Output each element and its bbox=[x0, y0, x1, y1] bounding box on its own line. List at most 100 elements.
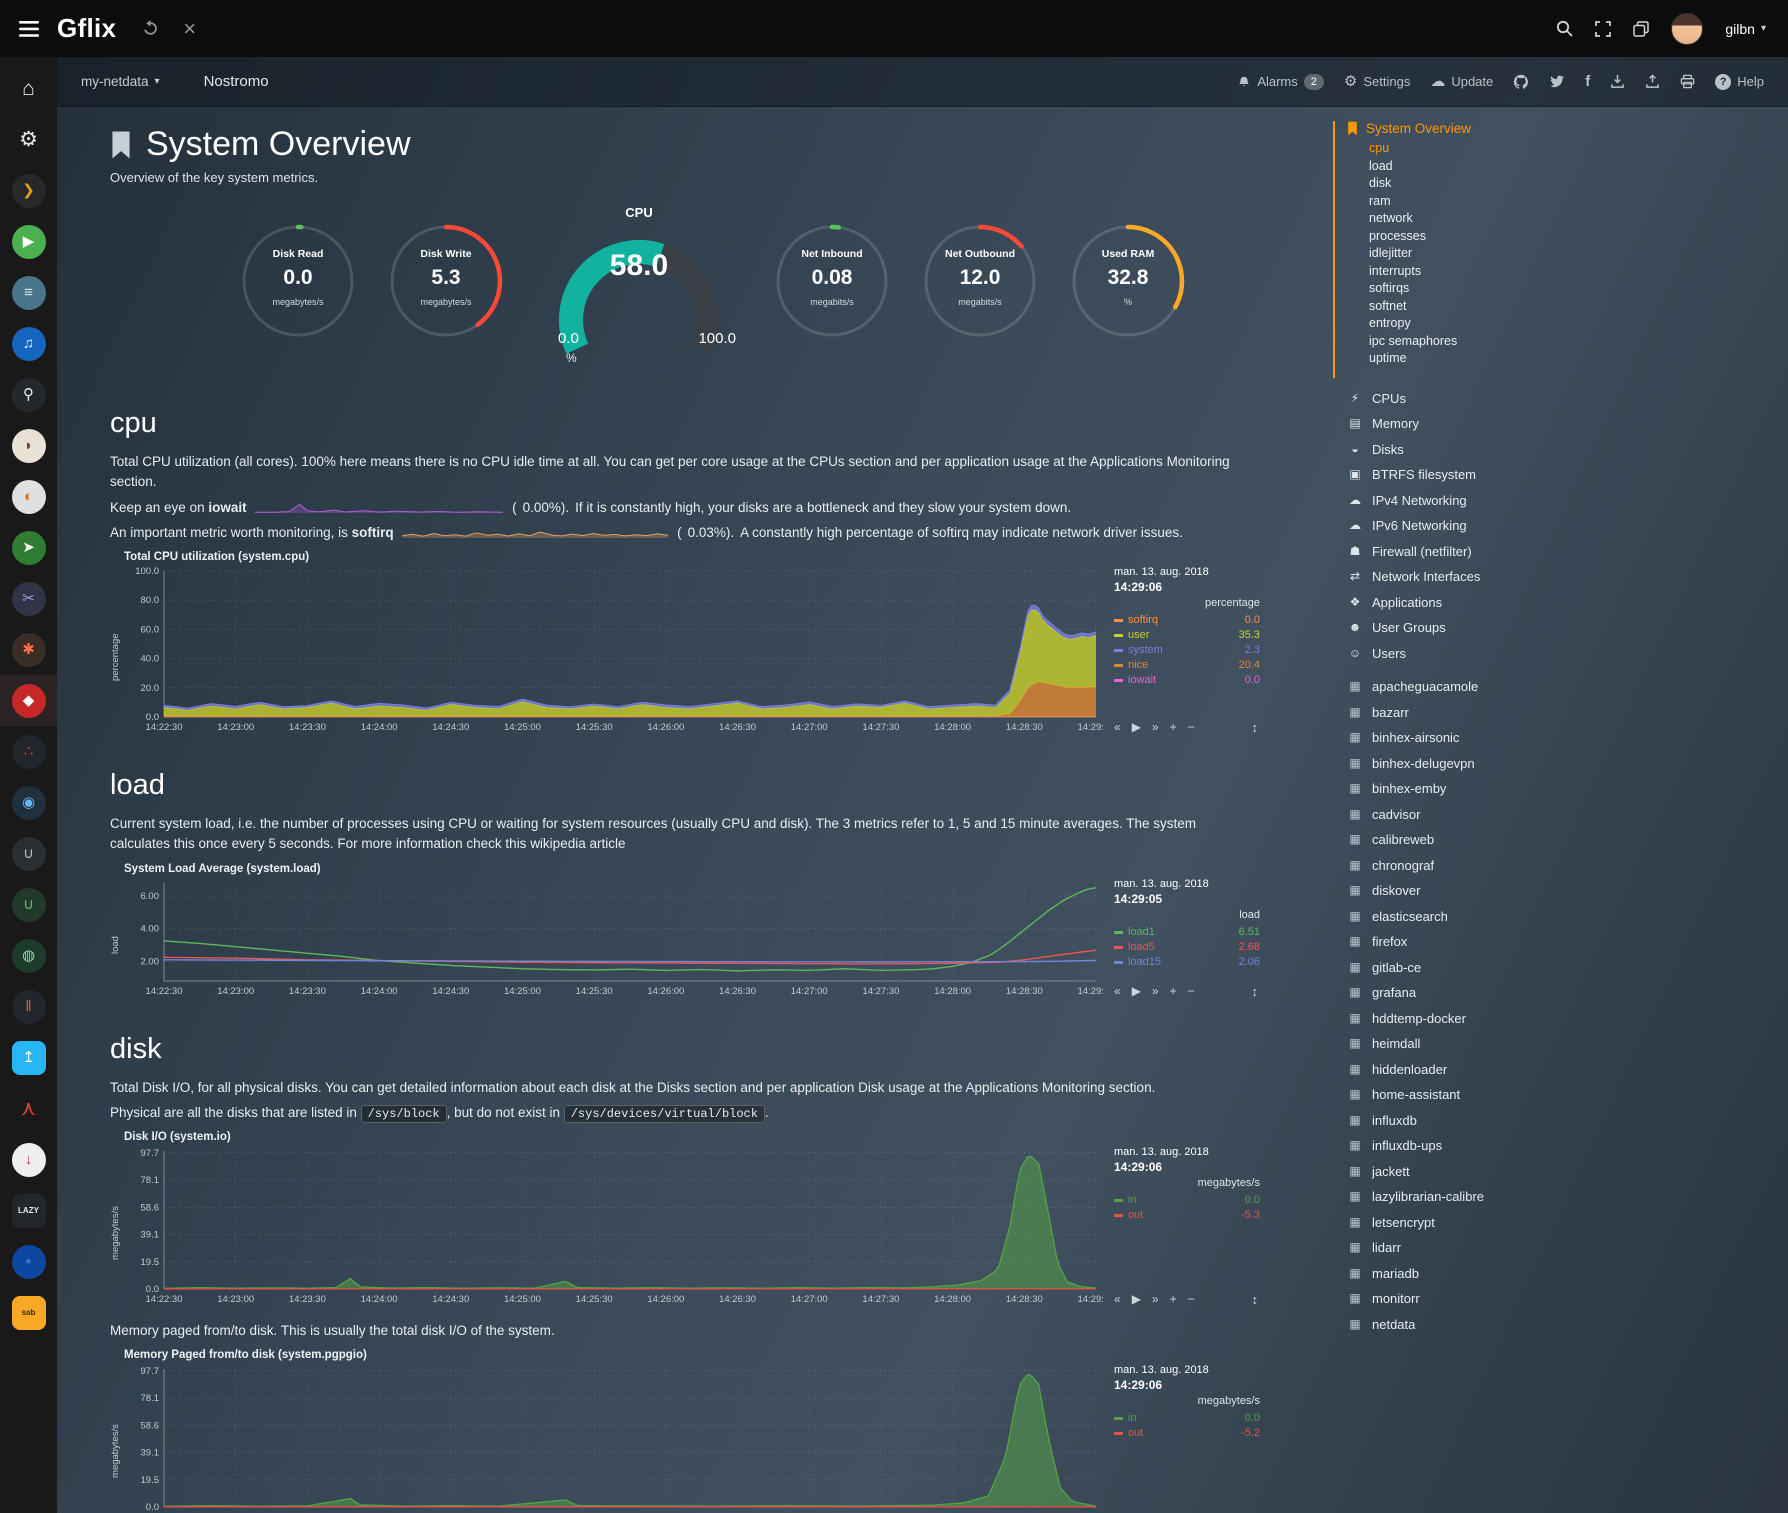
net-inbound-gauge[interactable]: Net Inbound 0.08 megabits/s bbox=[772, 221, 892, 341]
legend-entry[interactable]: iowait 0.0 bbox=[1114, 673, 1260, 688]
zoom-out-button[interactable]: − bbox=[1188, 720, 1195, 735]
sidebar-app-item[interactable]: firefox bbox=[1347, 929, 1583, 955]
sidebar-section-item[interactable]: ▣ BTRFS filesystem bbox=[1347, 462, 1583, 488]
sidebar-app-item[interactable]: ➤ bbox=[0, 522, 57, 573]
sidebar-subitem[interactable]: load bbox=[1369, 158, 1583, 176]
user-avatar[interactable] bbox=[1671, 13, 1703, 45]
github-button[interactable] bbox=[1513, 74, 1529, 90]
sidebar-subitem[interactable]: processes bbox=[1369, 228, 1583, 246]
alarms-button[interactable]: Alarms 2 bbox=[1237, 74, 1324, 90]
windows-button[interactable] bbox=[1633, 21, 1649, 37]
sidebar-subitem[interactable]: entropy bbox=[1369, 315, 1583, 333]
disk-chart-plot[interactable]: 14:22:3014:23:0014:23:3014:24:0014:24:30… bbox=[124, 1145, 1104, 1307]
sidebar-section-item[interactable]: ▤ Memory bbox=[1347, 411, 1583, 437]
sidebar-app-item[interactable]: ▶ bbox=[0, 216, 57, 267]
sidebar-app-item[interactable]: mariadb bbox=[1347, 1261, 1583, 1287]
print-button[interactable] bbox=[1680, 74, 1695, 89]
sidebar-app-item[interactable]: ◆ bbox=[0, 675, 57, 726]
sidebar-app-item[interactable]: ∴ bbox=[0, 726, 57, 777]
sidebar-app-item[interactable]: ✂ bbox=[0, 573, 57, 624]
sidebar-app-item[interactable]: ◦ bbox=[0, 1236, 57, 1287]
sidebar-app-item[interactable]: ◐ bbox=[0, 471, 57, 522]
pan-right-button[interactable]: » bbox=[1152, 1292, 1159, 1307]
search-button[interactable] bbox=[1556, 20, 1573, 37]
sidebar-section-item[interactable]: ◒ Disks bbox=[1347, 437, 1583, 463]
sidebar-app-item[interactable]: letsencrypt bbox=[1347, 1210, 1583, 1236]
sidebar-app-item[interactable]: ⚙ bbox=[0, 114, 57, 165]
resize-handle-icon[interactable]: ↕ bbox=[1252, 984, 1259, 999]
sidebar-app-item[interactable]: elasticsearch bbox=[1347, 904, 1583, 930]
sidebar-section-item[interactable]: ☺ Users bbox=[1347, 641, 1583, 667]
pgpgio-chart-plot[interactable]: 14:22:3014:23:0014:23:3014:24:0014:24:30… bbox=[124, 1363, 1104, 1513]
legend-entry[interactable]: in 0.0 bbox=[1114, 1411, 1260, 1426]
net-outbound-gauge[interactable]: Net Outbound 12.0 megabits/s bbox=[920, 221, 1040, 341]
resize-handle-icon[interactable]: ↕ bbox=[1252, 720, 1259, 735]
sidebar-app-item[interactable]: bazarr bbox=[1347, 700, 1583, 726]
sidebar-app-item[interactable]: ◗ bbox=[0, 420, 57, 471]
legend-entry[interactable]: out -5.3 bbox=[1114, 1208, 1260, 1223]
sidebar-app-item[interactable]: ♫ bbox=[0, 318, 57, 369]
sidebar-app-item[interactable]: ✱ bbox=[0, 624, 57, 675]
sidebar-app-item[interactable]: binhex-delugevpn bbox=[1347, 751, 1583, 777]
iowait-sparkline[interactable] bbox=[254, 500, 504, 514]
twitter-button[interactable] bbox=[1549, 75, 1565, 89]
sidebar-app-item[interactable]: influxdb bbox=[1347, 1108, 1583, 1134]
sidebar-section-item[interactable]: ☗ Firewall (netfilter) bbox=[1347, 539, 1583, 565]
sidebar-app-item[interactable]: ↥ bbox=[0, 1032, 57, 1083]
used-ram-gauge[interactable]: Used RAM 32.8 % bbox=[1068, 221, 1188, 341]
sidebar-app-item[interactable]: jackett bbox=[1347, 1159, 1583, 1185]
legend-entry[interactable]: load5 2.68 bbox=[1114, 940, 1260, 955]
sidebar-subitem[interactable]: softirqs bbox=[1369, 280, 1583, 298]
sidebar-app-item[interactable]: LAZY bbox=[0, 1185, 57, 1236]
sidebar-app-item[interactable]: diskover bbox=[1347, 878, 1583, 904]
sidebar-section-item[interactable]: ⚡ CPUs bbox=[1347, 386, 1583, 412]
sidebar-app-item[interactable]: hddtemp-docker bbox=[1347, 1006, 1583, 1032]
sidebar-section-item[interactable]: ⇄ Network Interfaces bbox=[1347, 564, 1583, 590]
update-button[interactable]: ☁ Update bbox=[1430, 74, 1493, 89]
sidebar-item-system-overview[interactable]: System Overview bbox=[1347, 121, 1583, 136]
sidebar-app-item[interactable]: monitorr bbox=[1347, 1286, 1583, 1312]
sidebar-app-item[interactable]: ≡ bbox=[0, 267, 57, 318]
pan-left-button[interactable]: « bbox=[1114, 720, 1121, 735]
user-menu[interactable]: gilbn ▾ bbox=[1725, 21, 1766, 37]
play-button[interactable]: ▶ bbox=[1132, 720, 1141, 735]
sidebar-app-item[interactable]: lidarr bbox=[1347, 1235, 1583, 1261]
sidebar-app-item[interactable]: lazylibrarian-calibre bbox=[1347, 1184, 1583, 1210]
settings-button[interactable]: ⚙ Settings bbox=[1344, 74, 1410, 89]
legend-entry[interactable]: system 2.3 bbox=[1114, 643, 1260, 658]
sidebar-section-item[interactable]: ☁ IPv6 Networking bbox=[1347, 513, 1583, 539]
sidebar-section-item[interactable]: ❖ Applications bbox=[1347, 590, 1583, 616]
softirq-sparkline[interactable] bbox=[401, 525, 669, 539]
export-button[interactable] bbox=[1645, 74, 1660, 89]
sidebar-app-item[interactable]: ❯ bbox=[0, 165, 57, 216]
disk-read-gauge[interactable]: Disk Read 0.0 megabytes/s bbox=[238, 221, 358, 341]
sidebar-app-item[interactable]: cadvisor bbox=[1347, 802, 1583, 828]
sidebar-app-item[interactable]: home-assistant bbox=[1347, 1082, 1583, 1108]
sidebar-subitem[interactable]: idlejitter bbox=[1369, 245, 1583, 263]
sidebar-section-item[interactable]: ☁ IPv4 Networking bbox=[1347, 488, 1583, 514]
sidebar-app-item[interactable]: binhex-airsonic bbox=[1347, 725, 1583, 751]
legend-entry[interactable]: user 35.3 bbox=[1114, 628, 1260, 643]
zoom-out-button[interactable]: − bbox=[1188, 1292, 1195, 1307]
legend-entry[interactable]: nice 20.4 bbox=[1114, 658, 1260, 673]
fullscreen-button[interactable] bbox=[1595, 21, 1611, 37]
sidebar-app-item[interactable]: ◉ bbox=[0, 777, 57, 828]
zoom-out-button[interactable]: − bbox=[1188, 984, 1195, 999]
sidebar-app-item[interactable]: ◍ bbox=[0, 930, 57, 981]
zoom-in-button[interactable]: + bbox=[1170, 984, 1177, 999]
close-tab-button[interactable]: × bbox=[183, 18, 196, 40]
legend-entry[interactable]: in 0.0 bbox=[1114, 1193, 1260, 1208]
sidebar-section-item[interactable]: ☻ User Groups bbox=[1347, 615, 1583, 641]
pan-left-button[interactable]: « bbox=[1114, 1292, 1121, 1307]
sidebar-app-item[interactable]: gitlab-ce bbox=[1347, 955, 1583, 981]
zoom-in-button[interactable]: + bbox=[1170, 720, 1177, 735]
zoom-in-button[interactable]: + bbox=[1170, 1292, 1177, 1307]
sidebar-app-item[interactable]: ⚲ bbox=[0, 369, 57, 420]
sidebar-subitem[interactable]: ram bbox=[1369, 193, 1583, 211]
legend-entry[interactable]: softirq 0.0 bbox=[1114, 613, 1260, 628]
load-chart-plot[interactable]: 14:22:3014:23:0014:23:3014:24:0014:24:30… bbox=[124, 877, 1104, 999]
hamburger-menu-icon[interactable] bbox=[0, 0, 57, 57]
sidebar-app-item[interactable]: apacheguacamole bbox=[1347, 674, 1583, 700]
sidebar-subitem[interactable]: disk bbox=[1369, 175, 1583, 193]
sidebar-app-item[interactable]: binhex-emby bbox=[1347, 776, 1583, 802]
